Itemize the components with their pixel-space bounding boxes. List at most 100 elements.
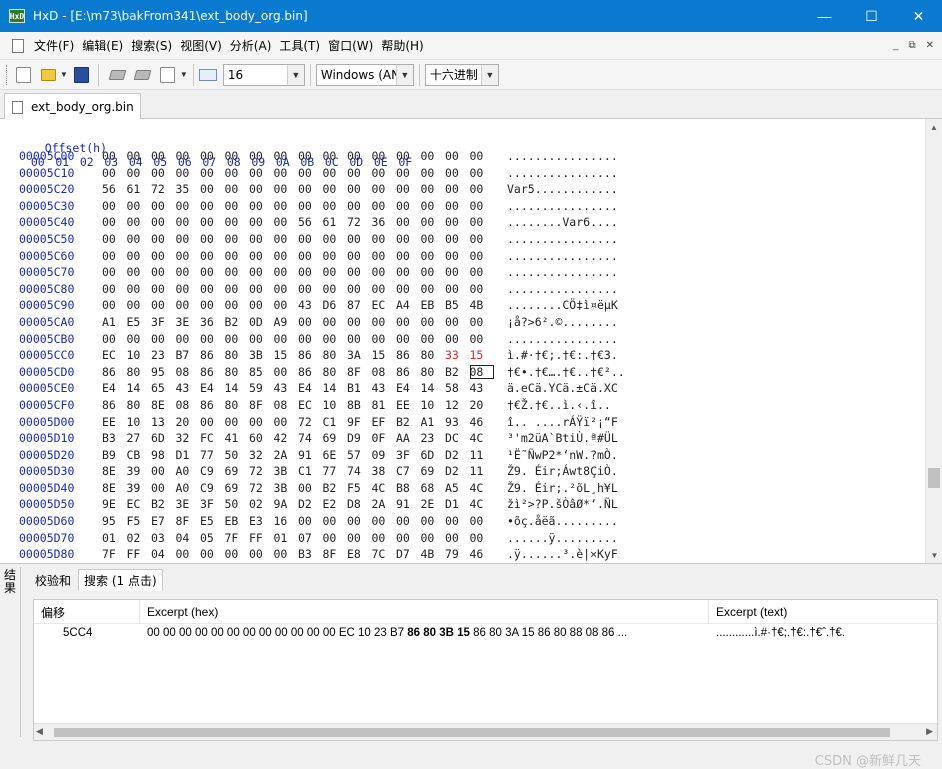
hex-byte[interactable]: 00 xyxy=(249,232,274,246)
row-bytes[interactable]: 86 80 95 08 86 80 85 00 86 80 8F 08 86 80 B2 08 xyxy=(102,364,494,379)
hex-byte[interactable]: 00 xyxy=(102,232,127,246)
hex-byte[interactable]: 8B xyxy=(347,398,372,412)
hex-byte[interactable]: 00 xyxy=(151,166,176,180)
hex-byte[interactable]: B3 xyxy=(102,431,127,445)
hex-byte[interactable]: 7F xyxy=(102,547,127,561)
hex-byte[interactable]: 86 xyxy=(396,365,421,379)
hex-byte[interactable]: 61 xyxy=(323,215,348,229)
hex-byte[interactable]: 3B xyxy=(249,348,274,362)
hex-byte[interactable]: 58 xyxy=(445,381,470,395)
hex-byte[interactable]: E3 xyxy=(249,514,274,528)
open-disk-button[interactable] xyxy=(107,64,129,86)
hex-byte[interactable]: 27 xyxy=(127,431,152,445)
hex-byte[interactable]: 69 xyxy=(421,464,446,478)
hex-byte[interactable]: 00 xyxy=(421,249,446,263)
hex-byte[interactable]: 00 xyxy=(249,149,274,163)
properties-dropdown-arrow-icon[interactable]: ▼ xyxy=(180,70,188,79)
hex-byte[interactable]: 86 xyxy=(200,365,225,379)
hex-byte[interactable]: 95 xyxy=(151,365,176,379)
hex-byte[interactable]: 00 xyxy=(347,149,372,163)
hex-byte[interactable]: 72 xyxy=(347,215,372,229)
hex-byte[interactable]: E4 xyxy=(200,381,225,395)
hex-byte[interactable]: 00 xyxy=(249,215,274,229)
hex-byte[interactable]: 00 xyxy=(176,199,201,213)
hex-byte[interactable]: 86 xyxy=(200,348,225,362)
hex-byte[interactable]: 00 xyxy=(445,249,470,263)
hex-byte[interactable]: 10 xyxy=(421,398,446,412)
hex-byte[interactable]: 00 xyxy=(470,531,495,545)
hex-byte[interactable]: 00 xyxy=(298,514,323,528)
hex-byte[interactable]: 00 xyxy=(470,199,495,213)
open-file-button[interactable] xyxy=(37,64,59,86)
hex-byte[interactable]: 00 xyxy=(274,232,299,246)
hex-byte[interactable]: 00 xyxy=(445,232,470,246)
hex-byte[interactable]: 4B xyxy=(421,547,446,561)
row-text[interactable]: ................ xyxy=(507,282,618,296)
row-bytes[interactable]: 56 61 72 35 00 00 00 00 00 00 00 00 00 00 00 00 xyxy=(102,182,494,196)
menu-file[interactable]: 文件(F) xyxy=(30,37,78,54)
hex-byte[interactable]: 00 xyxy=(102,332,127,346)
hex-byte[interactable]: 77 xyxy=(323,464,348,478)
menu-search[interactable]: 搜索(S) xyxy=(127,37,176,54)
hex-byte[interactable]: 00 xyxy=(225,215,250,229)
hex-byte[interactable]: 72 xyxy=(298,415,323,429)
hex-byte[interactable]: 00 xyxy=(102,199,127,213)
row-text[interactable]: ................ xyxy=(507,199,618,213)
hex-byte[interactable]: B9 xyxy=(102,448,127,462)
hex-byte[interactable]: 38 xyxy=(372,464,397,478)
hex-byte[interactable]: 00 xyxy=(127,332,152,346)
row-text[interactable]: ³'m2üA`BtiÙ.ª#ÜL xyxy=(507,431,618,445)
hex-byte[interactable]: 00 xyxy=(176,265,201,279)
hex-byte[interactable]: 74 xyxy=(298,431,323,445)
hex-byte[interactable]: 00 xyxy=(225,182,250,196)
hex-byte[interactable]: 00 xyxy=(470,166,495,180)
hex-byte[interactable]: 00 xyxy=(445,149,470,163)
hex-byte[interactable]: B2 xyxy=(445,365,470,379)
file-tab[interactable]: ext_body_org.bin xyxy=(4,93,141,120)
toolbar-grip[interactable] xyxy=(6,64,9,85)
save-button[interactable] xyxy=(71,64,93,86)
hex-byte[interactable]: 00 xyxy=(200,149,225,163)
row-bytes[interactable]: 00 00 00 00 00 00 00 00 00 00 00 00 00 00 00 00 xyxy=(102,282,494,296)
hex-byte[interactable]: 69 xyxy=(323,431,348,445)
row-bytes[interactable]: 8E 39 00 A0 C9 69 72 3B C1 77 74 38 C7 69 D2 11 xyxy=(102,464,494,478)
row-text[interactable]: ................ xyxy=(507,249,618,263)
hex-byte[interactable]: D9 xyxy=(347,431,372,445)
hex-byte[interactable]: 00 xyxy=(470,265,495,279)
hex-byte[interactable]: D8 xyxy=(347,497,372,511)
hex-byte[interactable]: 00 xyxy=(396,514,421,528)
hex-byte[interactable]: 00 xyxy=(102,149,127,163)
close-button[interactable]: ✕ xyxy=(895,0,942,32)
hex-byte[interactable]: 00 xyxy=(372,149,397,163)
hex-byte[interactable]: 00 xyxy=(323,249,348,263)
hex-byte[interactable]: 72 xyxy=(151,182,176,196)
row-bytes[interactable]: 00 00 00 00 00 00 00 00 00 00 00 00 00 00 00 00 xyxy=(102,249,494,263)
hex-byte[interactable]: 00 xyxy=(347,531,372,545)
hex-byte[interactable]: 00 xyxy=(225,298,250,312)
scroll-down-arrow-icon[interactable]: ▼ xyxy=(926,547,942,563)
hex-byte[interactable]: 10 xyxy=(127,415,152,429)
hex-byte[interactable]: 86 xyxy=(396,348,421,362)
hex-byte[interactable]: 00 xyxy=(372,332,397,346)
hex-byte[interactable]: 8E xyxy=(102,464,127,478)
bytes-per-row-select[interactable]: 16 ▼ xyxy=(222,63,305,86)
hex-byte[interactable]: 43 xyxy=(470,381,495,395)
hex-byte[interactable]: 00 xyxy=(323,531,348,545)
mdi-close-button[interactable]: ✕ xyxy=(926,40,934,51)
row-bytes[interactable]: 86 80 8E 08 86 80 8F 08 EC 10 8B 81 EE 10 12 20 xyxy=(102,398,494,412)
hex-byte[interactable]: 23 xyxy=(151,348,176,362)
hex-byte[interactable]: 00 xyxy=(323,332,348,346)
hex-byte[interactable]: 00 xyxy=(274,265,299,279)
hex-byte[interactable]: 50 xyxy=(225,497,250,511)
hex-byte[interactable]: EF xyxy=(372,415,397,429)
hex-byte[interactable]: 60 xyxy=(249,431,274,445)
hex-byte[interactable]: 00 xyxy=(347,332,372,346)
hex-byte[interactable]: 04 xyxy=(176,531,201,545)
hex-byte[interactable]: EB xyxy=(225,514,250,528)
row-bytes[interactable]: 9E EC B2 3E 3F 50 02 9A D2 E2 D8 2A 91 2E D1 4C xyxy=(102,497,494,511)
hex-byte[interactable]: 00 xyxy=(225,282,250,296)
hex-byte[interactable]: 95 xyxy=(102,514,127,528)
hex-byte[interactable]: 08 xyxy=(274,398,299,412)
hex-byte[interactable]: 00 xyxy=(200,282,225,296)
row-bytes[interactable]: 00 00 00 00 00 00 00 00 00 00 00 00 00 00 00 00 xyxy=(102,199,494,213)
